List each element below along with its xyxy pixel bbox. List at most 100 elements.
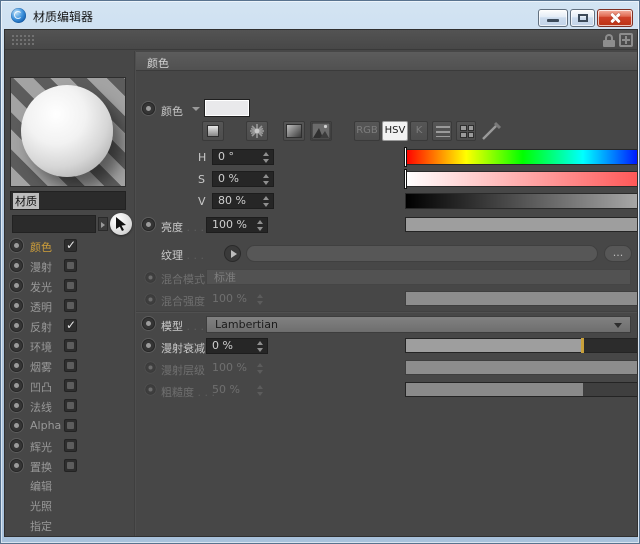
drag-grip-icon[interactable] bbox=[11, 34, 35, 47]
channel-enable-radio[interactable] bbox=[10, 339, 23, 352]
diffuse-falloff-stepper[interactable] bbox=[256, 341, 264, 352]
gradient-tab[interactable] bbox=[283, 121, 305, 141]
pick-material-button[interactable] bbox=[110, 213, 132, 235]
saturation-stepper[interactable] bbox=[262, 174, 270, 185]
brightness-field[interactable]: 100 % bbox=[206, 217, 268, 233]
channel-checkbox[interactable] bbox=[64, 239, 77, 252]
saturation-marker[interactable] bbox=[404, 169, 407, 189]
channel-enable-radio[interactable] bbox=[10, 319, 23, 332]
material-preview[interactable] bbox=[10, 77, 126, 187]
channel-checkbox[interactable] bbox=[64, 259, 77, 272]
channel-enable-radio[interactable] bbox=[10, 279, 23, 292]
channel-row: 环境 bbox=[5, 336, 134, 356]
hue-stepper[interactable] bbox=[262, 152, 270, 163]
hue-marker[interactable] bbox=[404, 147, 407, 167]
channel-row: 烟雾 bbox=[5, 356, 134, 376]
image-tab[interactable] bbox=[310, 121, 332, 141]
value-gradient-bar[interactable] bbox=[405, 193, 638, 209]
preview-preset-row bbox=[10, 214, 131, 234]
hue-field[interactable]: 0 ° bbox=[212, 149, 274, 165]
channel-label[interactable]: 烟雾 bbox=[30, 359, 52, 375]
mix-strength-label: 混合强度 bbox=[161, 293, 205, 309]
channel-label[interactable]: 置换 bbox=[30, 459, 52, 475]
saturation-field[interactable]: 0 % bbox=[212, 171, 274, 187]
channel-enable-radio[interactable] bbox=[10, 459, 23, 472]
mixer-icon bbox=[436, 126, 450, 137]
channel-label[interactable]: 发光 bbox=[30, 279, 52, 295]
lock-icon[interactable] bbox=[603, 34, 615, 47]
sidebar-page-item[interactable]: 光照 bbox=[30, 498, 52, 518]
channel-enable-radio[interactable] bbox=[10, 239, 23, 252]
channel-row: 透明 bbox=[5, 296, 134, 316]
color-swatch[interactable] bbox=[204, 99, 250, 117]
maximize-button[interactable] bbox=[570, 9, 595, 27]
channel-label[interactable]: 颜色 bbox=[30, 239, 52, 255]
channel-checkbox[interactable] bbox=[64, 399, 77, 412]
close-button[interactable] bbox=[597, 9, 633, 27]
model-dropdown[interactable]: Lambertian bbox=[206, 316, 631, 333]
sidebar-page-item[interactable]: 编辑 bbox=[30, 478, 52, 498]
mix-mode-label: 混合模式 bbox=[161, 271, 205, 287]
model-radio[interactable] bbox=[142, 317, 155, 330]
channel-label[interactable]: 透明 bbox=[30, 299, 52, 315]
color-radio[interactable] bbox=[142, 102, 155, 115]
channel-checkbox[interactable] bbox=[64, 339, 77, 352]
minimize-button[interactable] bbox=[538, 9, 568, 27]
channel-checkbox[interactable] bbox=[64, 279, 77, 292]
rgb-tab[interactable]: RGB bbox=[354, 121, 380, 141]
saturation-gradient-bar[interactable] bbox=[405, 171, 638, 187]
channel-enable-radio[interactable] bbox=[10, 359, 23, 372]
channel-enable-radio[interactable] bbox=[10, 439, 23, 452]
diffuse-falloff-radio[interactable] bbox=[142, 339, 155, 352]
brightness-radio[interactable] bbox=[142, 218, 155, 231]
eyedropper-icon[interactable] bbox=[479, 119, 503, 143]
channel-checkbox[interactable] bbox=[64, 299, 77, 312]
channel-checkbox[interactable] bbox=[64, 359, 77, 372]
material-name-input[interactable]: 材质 bbox=[10, 191, 126, 210]
channel-label[interactable]: 漫射 bbox=[30, 259, 52, 275]
value-label: V bbox=[198, 195, 206, 208]
channel-enable-radio[interactable] bbox=[10, 379, 23, 392]
brightness-slider[interactable] bbox=[405, 217, 638, 232]
diffuse-falloff-slider[interactable] bbox=[405, 338, 638, 353]
channel-row: 辉光 bbox=[5, 436, 134, 456]
mixer-tab[interactable] bbox=[432, 121, 452, 141]
channel-label[interactable]: 凹凸 bbox=[30, 379, 52, 395]
channel-label[interactable]: 反射 bbox=[30, 319, 52, 335]
texture-path-field[interactable] bbox=[246, 245, 598, 262]
channel-checkbox[interactable] bbox=[64, 439, 77, 452]
texture-browse-button[interactable]: ... bbox=[604, 245, 632, 262]
kelvin-tab[interactable]: K bbox=[410, 121, 428, 141]
diffuse-falloff-field[interactable]: 0 % bbox=[206, 338, 268, 354]
swatches-tab[interactable] bbox=[456, 121, 476, 141]
channel-label[interactable]: 辉光 bbox=[30, 439, 52, 455]
add-icon[interactable] bbox=[619, 33, 633, 47]
sidebar-page-item[interactable]: 指定 bbox=[30, 518, 52, 537]
channel-enable-radio[interactable] bbox=[10, 299, 23, 312]
channel-enable-radio[interactable] bbox=[10, 419, 23, 432]
channel-checkbox[interactable] bbox=[64, 319, 77, 332]
diffuse-falloff-knob[interactable] bbox=[581, 338, 584, 353]
channel-checkbox[interactable] bbox=[64, 459, 77, 472]
channel-label[interactable]: 环境 bbox=[30, 339, 52, 355]
brightness-stepper[interactable] bbox=[256, 220, 264, 231]
value-stepper[interactable] bbox=[262, 196, 270, 207]
channel-enable-radio[interactable] bbox=[10, 259, 23, 272]
value-field[interactable]: 80 % bbox=[212, 193, 274, 209]
channel-label[interactable]: 法线 bbox=[30, 399, 52, 415]
texture-expand-button[interactable] bbox=[224, 245, 241, 262]
hue-gradient-bar[interactable] bbox=[405, 149, 638, 165]
hsv-tab[interactable]: HSV bbox=[382, 121, 408, 141]
chevron-down-icon[interactable] bbox=[192, 107, 200, 111]
channel-checkbox[interactable] bbox=[64, 419, 77, 432]
roughness-slider bbox=[405, 382, 638, 397]
color-wheel-tab[interactable] bbox=[246, 121, 268, 141]
spectrum-tab[interactable] bbox=[202, 121, 224, 141]
brightness-label: 亮度 bbox=[161, 219, 204, 235]
preset-dropdown[interactable] bbox=[12, 215, 96, 233]
channel-checkbox[interactable] bbox=[64, 379, 77, 392]
diffuse-level-label: 漫射层级 bbox=[161, 362, 205, 378]
preset-expand-icon[interactable] bbox=[98, 217, 108, 231]
channel-enable-radio[interactable] bbox=[10, 399, 23, 412]
channel-label[interactable]: Alpha bbox=[30, 419, 61, 432]
